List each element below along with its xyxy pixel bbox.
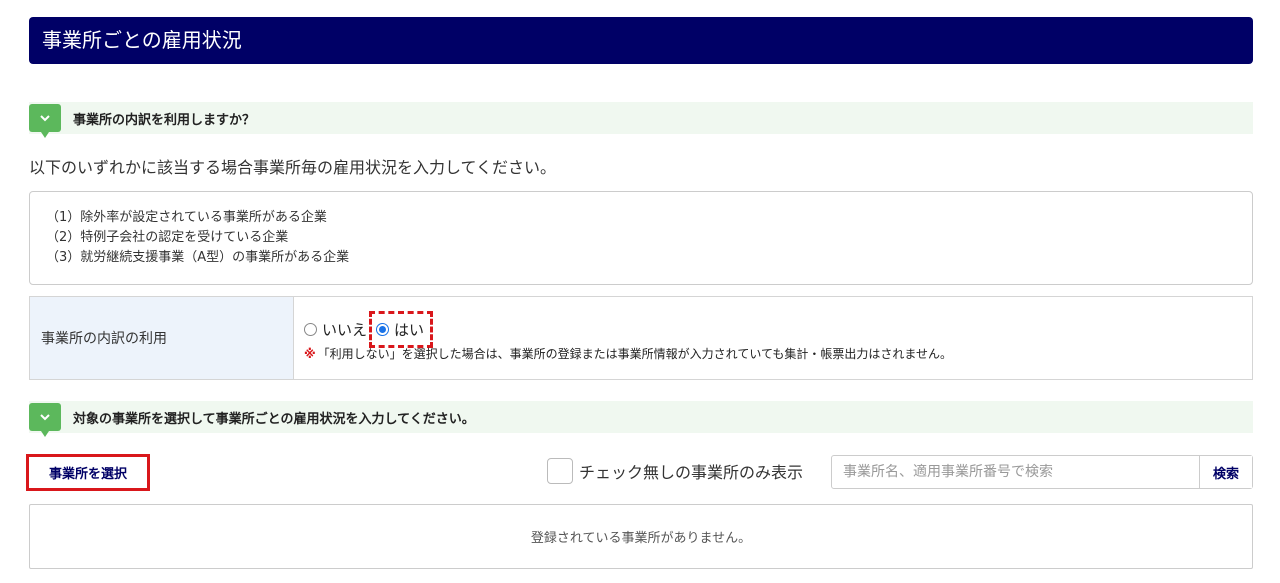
search-button[interactable]: 検索 [1199, 456, 1252, 488]
radio-yes[interactable] [376, 323, 390, 336]
criteria-item: （2）特例子会社の認定を受けている企業 [46, 230, 289, 245]
usage-note: ※ 「利用しない」を選択した場合は、事業所の登録または事業所情報が入力されていても… [304, 345, 952, 362]
radio-option-yes[interactable]: はい [369, 311, 434, 348]
section-header-offices: 対象の事業所を選択して事業所ごとの雇用状況を入力してください。 [29, 401, 1253, 437]
chevron-down-icon[interactable] [29, 104, 61, 138]
chevron-down-icon[interactable] [29, 403, 61, 437]
note-mark: ※ [304, 347, 316, 361]
usage-form-row: 事業所の内訳の利用 いいえ はい ※ 「利用しない」を選択した場合は、事業所の登録… [29, 296, 1253, 380]
usage-field: いいえ はい ※ 「利用しない」を選択した場合は、事業所の登録または事業所情報が入… [294, 297, 1252, 379]
filter-checkbox[interactable] [547, 458, 573, 484]
section-title: 事業所の内訳を利用しますか？ [73, 112, 256, 128]
criteria-item: （3）就労継続支援事業（A型）の事業所がある企業 [46, 250, 350, 265]
radio-no-label: いいえ [322, 321, 368, 339]
section-title: 対象の事業所を選択して事業所ごとの雇用状況を入力してください。 [73, 411, 475, 427]
criteria-box: （1）除外率が設定されている事業所がある企業 （2）特例子会社の認定を受けている… [29, 191, 1253, 285]
usage-label: 事業所の内訳の利用 [30, 297, 294, 379]
page-title: 事業所ごとの雇用状況 [29, 17, 1253, 64]
radio-option-no[interactable]: いいえ [304, 319, 367, 340]
search-input[interactable] [832, 456, 1199, 488]
office-list-empty: 登録されている事業所がありません。 [29, 504, 1253, 569]
intro-text: 以下のいずれかに該当する場合事業所毎の雇用状況を入力してください。 [29, 158, 557, 177]
section-header-usage: 事業所の内訳を利用しますか？ [29, 102, 1253, 138]
empty-message: 登録されている事業所がありません。 [530, 531, 752, 546]
criteria-item: （1）除外率が設定されている事業所がある企業 [46, 210, 327, 225]
usage-radio-group: いいえ はい [304, 311, 434, 348]
radio-yes-label: はい [394, 321, 425, 339]
unchecked-only-filter[interactable]: チェック無しの事業所のみ表示 [547, 458, 803, 484]
note-text: 「利用しない」を選択した場合は、事業所の登録または事業所情報が入力されていても集… [317, 347, 952, 361]
search-group: 検索 [831, 455, 1253, 489]
select-office-button[interactable]: 事業所を選択 [26, 454, 150, 491]
radio-no[interactable] [304, 323, 317, 336]
filter-label: チェック無しの事業所のみ表示 [579, 463, 804, 482]
